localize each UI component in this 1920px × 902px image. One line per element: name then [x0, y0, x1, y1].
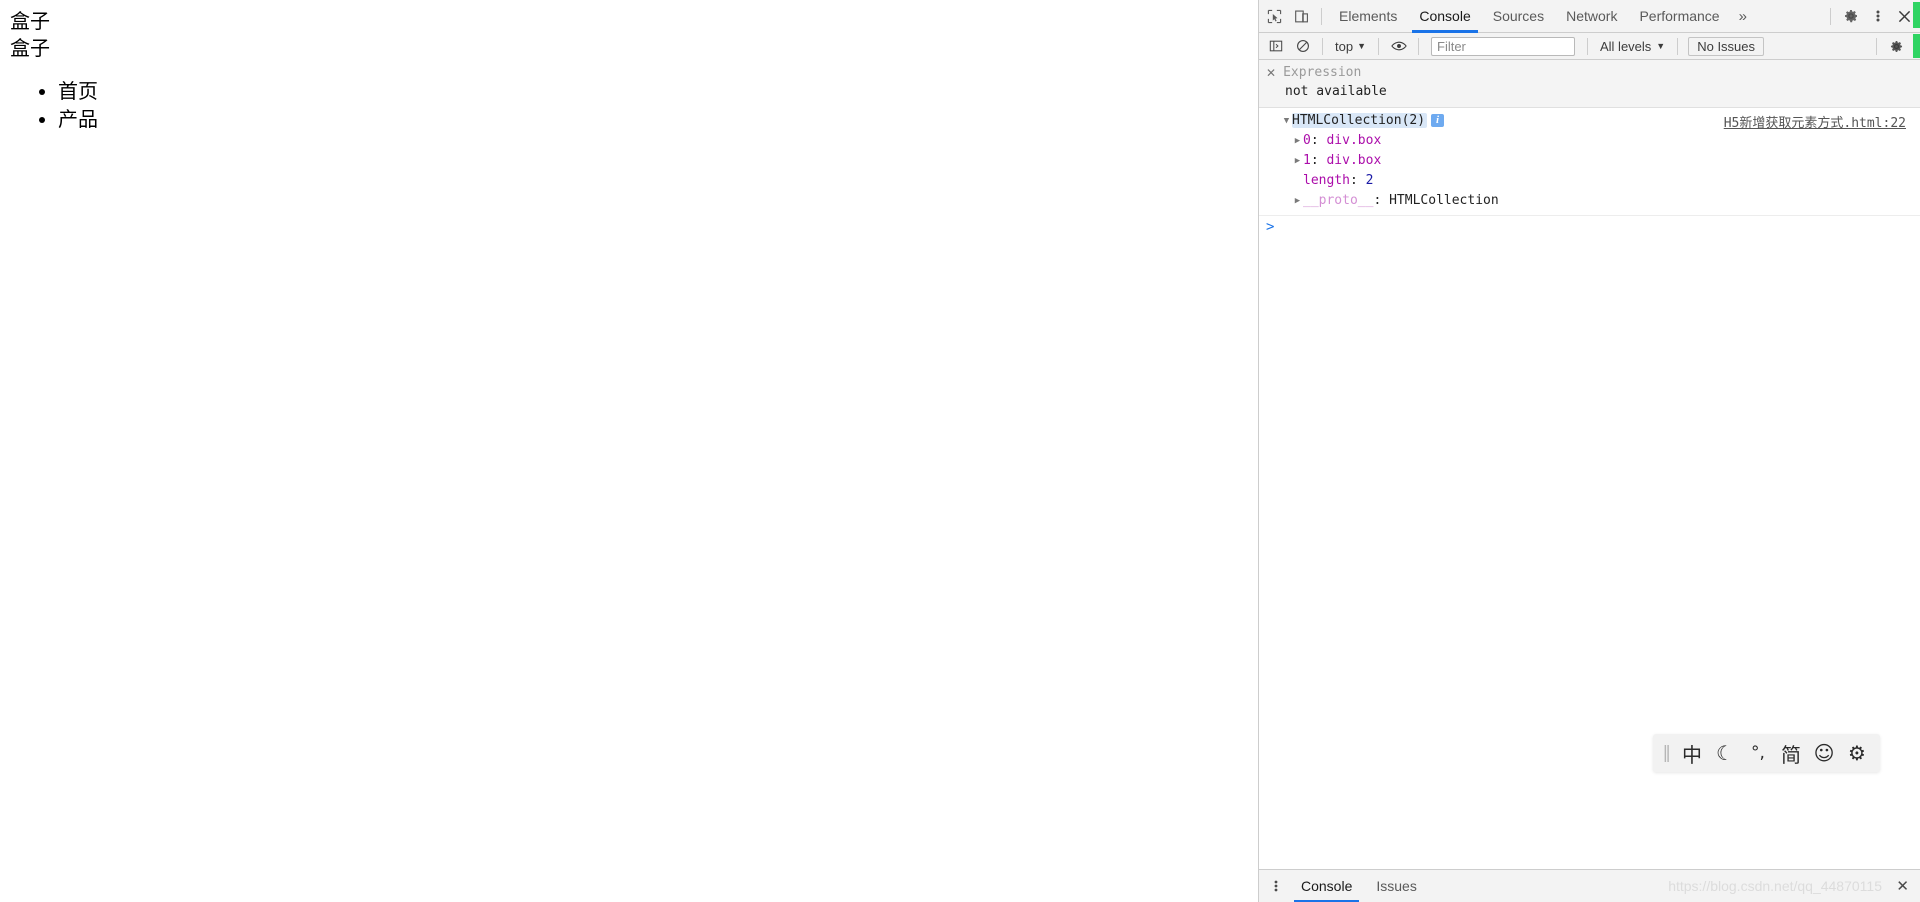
object-type-label: HTMLCollection(2): [1292, 113, 1428, 128]
devtools-drawer: Console Issues ✕: [1259, 869, 1920, 902]
info-icon[interactable]: i: [1431, 114, 1445, 127]
prompt-caret-icon: >: [1266, 219, 1275, 235]
drag-handle-icon[interactable]: ‖: [1661, 743, 1675, 763]
execution-context-value: top: [1335, 38, 1354, 54]
moon-shape-icon[interactable]: ☾: [1710, 738, 1740, 768]
box-text-1: 盒子: [10, 9, 50, 33]
log-level-value: All levels: [1600, 38, 1652, 54]
expand-triangle-icon[interactable]: ▶: [1292, 151, 1303, 171]
console-message: H5新增获取元素方式.html:22 ▼ HTMLCollection(2) i ▶…: [1259, 108, 1920, 216]
inspect-element-icon[interactable]: [1261, 3, 1288, 30]
nav-link-home[interactable]: 首页: [58, 79, 98, 103]
devtools-right-indicator: [1913, 2, 1920, 28]
expand-triangle-icon[interactable]: ▶: [1292, 131, 1303, 151]
tab-sources[interactable]: Sources: [1482, 0, 1555, 33]
emoji-icon[interactable]: ☺: [1809, 738, 1839, 768]
screenshot-root: 盒子 盒子 首页 产品: [0, 0, 1920, 902]
tab-network[interactable]: Network: [1555, 0, 1628, 33]
console-prompt-row[interactable]: >: [1259, 216, 1920, 238]
page-viewport: 盒子 盒子 首页 产品: [0, 0, 1258, 902]
property-value: HTMLCollection: [1389, 193, 1499, 208]
close-icon[interactable]: ✕: [1888, 877, 1917, 895]
execution-context-selector[interactable]: top ▼: [1329, 37, 1372, 56]
property-separator: :: [1349, 173, 1358, 188]
box-text-2: 盒子: [10, 36, 50, 60]
property-separator: :: [1310, 153, 1319, 168]
drawer-tab-issues[interactable]: Issues: [1364, 870, 1428, 902]
toolbar-divider: [1321, 7, 1322, 25]
live-expression-value: not available: [1285, 84, 1387, 99]
filter-input[interactable]: [1431, 36, 1575, 56]
property-value: 2: [1365, 173, 1374, 188]
tab-performance[interactable]: Performance: [1628, 0, 1730, 33]
property-separator: :: [1373, 193, 1382, 208]
live-expression-name[interactable]: Expression: [1283, 65, 1361, 80]
toolbar-divider: [1378, 37, 1379, 55]
toolbar-divider: [1876, 37, 1877, 55]
simplified-chinese-icon[interactable]: 简: [1776, 738, 1806, 768]
device-toolbar-icon[interactable]: [1288, 3, 1315, 30]
issues-button[interactable]: No Issues: [1688, 36, 1765, 56]
live-expression-header: ✕ Expression: [1259, 63, 1920, 82]
tab-elements[interactable]: Elements: [1328, 0, 1408, 33]
object-property-row[interactable]: ▶ 1: div.box: [1259, 151, 1920, 171]
expand-triangle-icon[interactable]: ▼: [1281, 111, 1292, 131]
tab-console[interactable]: Console: [1408, 0, 1481, 33]
live-expression-watch: ✕ Expression not available: [1259, 60, 1920, 108]
property-key: __proto__: [1303, 193, 1374, 208]
list-item[interactable]: 首页: [58, 78, 1248, 105]
gear-icon[interactable]: [1837, 3, 1864, 30]
object-property-row[interactable]: ▶ 0: div.box: [1259, 131, 1920, 151]
nav-link-product[interactable]: 产品: [58, 107, 98, 131]
live-expression-eye-icon[interactable]: [1385, 33, 1412, 60]
clear-console-icon[interactable]: [1289, 33, 1316, 60]
toolbar-divider: [1322, 37, 1323, 55]
devtools-tabbar: Elements Console Sources Network Perform…: [1259, 0, 1920, 33]
chevron-down-icon: ▼: [1357, 41, 1366, 51]
toolbar-divider: [1830, 7, 1831, 25]
nav-list: 首页 产品: [10, 78, 1248, 133]
object-proto-row[interactable]: ▶ __proto__: HTMLCollection: [1259, 191, 1920, 211]
list-item[interactable]: 产品: [58, 106, 1248, 133]
language-mode-chinese[interactable]: 中: [1677, 738, 1707, 768]
chevron-down-icon: ▼: [1656, 41, 1666, 51]
source-location-link[interactable]: H5新增获取元素方式.html:22: [1724, 112, 1906, 131]
kebab-menu-icon[interactable]: [1864, 3, 1891, 30]
property-key: 0: [1303, 133, 1311, 148]
toolbar-divider: [1587, 37, 1588, 55]
property-key: 1: [1303, 153, 1311, 168]
console-output-area: H5新增获取元素方式.html:22 ▼ HTMLCollection(2) i ▶…: [1259, 108, 1920, 238]
close-icon[interactable]: ✕: [1266, 67, 1276, 79]
console-toolbar: top ▼ All levels ▼ No Issues: [1259, 33, 1920, 60]
drawer-tab-console[interactable]: Console: [1289, 870, 1364, 902]
tab-overflow-chevron-icon[interactable]: »: [1731, 8, 1754, 25]
console-toolbar-right-indicator: [1913, 34, 1920, 58]
property-value: div.box: [1326, 133, 1382, 148]
console-settings-gear-icon[interactable]: [1883, 33, 1910, 60]
kebab-menu-icon[interactable]: [1262, 873, 1289, 900]
property-separator: :: [1310, 133, 1319, 148]
ime-floating-toolbar[interactable]: ‖ 中 ☾ °, 简 ☺ ⚙: [1652, 734, 1880, 772]
property-key: length: [1303, 173, 1350, 188]
toolbar-divider: [1418, 37, 1419, 55]
page-content: 盒子 盒子 首页 产品: [0, 0, 1258, 133]
console-sidebar-icon[interactable]: [1262, 33, 1289, 60]
expand-triangle-icon[interactable]: ▶: [1292, 191, 1303, 211]
object-property-row: length: 2: [1259, 171, 1920, 191]
ime-settings-gear-icon[interactable]: ⚙: [1842, 738, 1872, 768]
toolbar-divider: [1677, 37, 1679, 55]
console-prompt-input[interactable]: [1280, 217, 1920, 237]
punctuation-mode-icon[interactable]: °,: [1743, 738, 1773, 768]
property-value: div.box: [1326, 153, 1382, 168]
log-level-selector[interactable]: All levels ▼: [1594, 37, 1671, 56]
